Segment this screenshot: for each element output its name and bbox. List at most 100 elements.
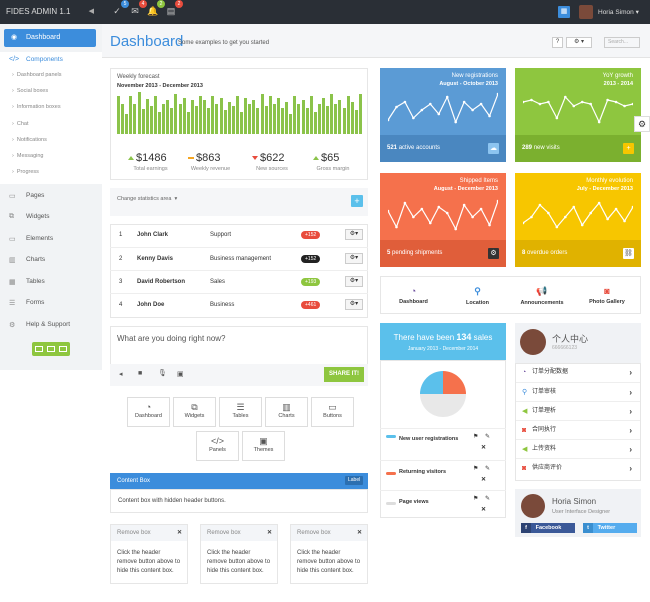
add-button[interactable]: +	[351, 195, 363, 207]
sidebar-item-forms[interactable]: ☰ Forms	[9, 299, 44, 307]
link-icon[interactable]: ⛓	[623, 248, 634, 259]
sidebar-subitem[interactable]: › Messaging	[12, 153, 44, 159]
share-button[interactable]: SHARE IT!	[324, 367, 364, 382]
quick-dashboard[interactable]: ◔ Dashboard	[386, 286, 441, 305]
profile-link[interactable]: ⚲ 订单审核 ›	[516, 382, 640, 401]
quick-location[interactable]: ⚲ Location	[450, 286, 505, 306]
sidebar-item-label: Components	[26, 56, 63, 63]
sidebar-item-elements[interactable]: ▭ Elements	[9, 235, 53, 243]
search-input[interactable]: Search...	[604, 37, 640, 48]
settings-float-icon[interactable]: ⚙	[634, 116, 650, 132]
profile-link[interactable]: ◀ 订单理析 ›	[516, 401, 640, 420]
edit-icon[interactable]: ✎	[485, 495, 490, 502]
remove-box: Remove box ✕ Click the header remove butto…	[290, 524, 368, 584]
sidebar-item-tables[interactable]: ▦ Tables	[9, 278, 45, 286]
close-icon[interactable]: ✕	[177, 525, 182, 541]
sparkline-point	[572, 104, 576, 108]
close-icon[interactable]: ✕	[481, 476, 486, 483]
avatar[interactable]	[579, 5, 593, 19]
profile-link[interactable]: ◙ 合同执行 ›	[516, 420, 640, 439]
mic-icon[interactable]: 🎙	[158, 369, 167, 377]
edit-icon[interactable]: ✎	[485, 433, 490, 440]
stats-area-select[interactable]: Change statistics area ▾	[117, 196, 177, 202]
cell-num: 2	[119, 256, 123, 262]
sidebar-item-pages[interactable]: ▭ Pages	[9, 192, 44, 200]
image-icon[interactable]: ▣	[177, 370, 184, 378]
sidebar-subitem-label: Chat	[16, 121, 29, 127]
chevron-right-icon: ›	[629, 368, 632, 377]
sidebar-subitem[interactable]: › Dashboard panels	[12, 72, 62, 78]
sidebar-item-widgets[interactable]: ⧉ Widgets	[9, 213, 49, 220]
flag-icon[interactable]: ⚑	[473, 433, 478, 440]
sound-icon[interactable]: ◂	[119, 370, 123, 378]
forecast-bar	[219, 98, 223, 134]
sidebar-subitem[interactable]: › Chat	[12, 121, 29, 127]
tags-icon: ⧉	[191, 402, 198, 412]
flag-icon[interactable]	[35, 346, 43, 352]
sidebar-subitem[interactable]: › Information boxes	[12, 104, 61, 110]
row-settings-button[interactable]: ⚙▾	[345, 229, 363, 240]
gear-icon[interactable]: ⚙	[488, 248, 499, 259]
sales-suffix: sales	[473, 333, 493, 342]
tile-widgets[interactable]: ⧉ Widgets	[173, 397, 216, 427]
sparkline-point	[488, 223, 491, 227]
cloud-icon[interactable]: ☁	[488, 143, 499, 154]
brand[interactable]: FIDES ADMIN 1.1 ◀	[0, 0, 100, 24]
video-icon[interactable]: ■	[138, 370, 142, 377]
sidebar-item-dashboard[interactable]: ◉ Dashboard	[4, 29, 96, 47]
mail-icon[interactable]: ✉ 4	[128, 0, 147, 18]
close-icon[interactable]: ✕	[357, 525, 362, 541]
sidebar-item-components[interactable]: </> Components	[9, 56, 63, 63]
legend-label: New user registrations	[399, 436, 459, 442]
close-icon[interactable]: ✕	[267, 525, 272, 541]
row-settings-button[interactable]: ⚙▾	[345, 276, 363, 287]
inbox-icon[interactable]	[47, 346, 55, 352]
chat-icon[interactable]: ▤ 2	[164, 0, 183, 18]
profile-link[interactable]: ◔ 订单分配数据 ›	[516, 363, 640, 382]
tile-themes[interactable]: ▣ Themes	[242, 431, 285, 461]
tile-panels[interactable]: </> Panels	[196, 431, 239, 461]
sidebar-subitem[interactable]: › Progress	[12, 169, 39, 175]
forecast-range: November 2013 - December 2013	[117, 83, 203, 89]
quick-photo-gallery[interactable]: ◙ Photo Gallery	[579, 286, 635, 305]
collapse-icon[interactable]: ◀	[89, 0, 94, 24]
status-input[interactable]: What are you doing right now?	[117, 334, 226, 343]
close-icon[interactable]: ✕	[481, 444, 486, 451]
close-icon[interactable]: ✕	[481, 506, 486, 513]
sidebar-item-charts[interactable]: ▥ Charts	[9, 256, 45, 264]
bell-icon[interactable]: 🔔 2	[146, 0, 165, 18]
tasks-icon[interactable]: ✓ 5	[110, 0, 129, 18]
settings-button[interactable]: ⚙ ▾	[566, 37, 592, 48]
tile-dashboard[interactable]: ◔ Dashboard	[127, 397, 170, 427]
row-settings-button[interactable]: ⚙▾	[345, 253, 363, 264]
sidebar-subitem-label: Information boxes	[16, 104, 61, 110]
edit-icon[interactable]: ✎	[485, 465, 490, 472]
chevron-right-icon: ›	[629, 445, 632, 454]
sparkline-point	[395, 105, 398, 109]
plus-icon[interactable]: +	[623, 143, 634, 154]
grid-icon[interactable]: ▦	[558, 6, 570, 18]
sidebar-item-help[interactable]: ⚙ Help & Support	[9, 321, 70, 329]
print-icon[interactable]	[59, 346, 67, 352]
facebook-button[interactable]: f Facebook	[521, 523, 575, 533]
sidebar-toolbar[interactable]	[32, 342, 70, 356]
forecast-bar	[211, 96, 215, 134]
tile-tables[interactable]: ☰ Tables	[219, 397, 262, 427]
sidebar-subitem[interactable]: › Notifications	[12, 137, 47, 143]
tile-charts[interactable]: ▥ Charts	[265, 397, 308, 427]
sparkline-point	[395, 225, 398, 229]
flag-icon[interactable]: ⚑	[473, 465, 478, 472]
kpi-sparkline	[523, 95, 633, 124]
row-settings-button[interactable]: ⚙▾	[345, 299, 363, 310]
help-button[interactable]: ?	[552, 37, 563, 48]
quick-announcements[interactable]: 📢 Announcements	[513, 286, 571, 306]
sidebar-subitem[interactable]: › Social boxes	[12, 88, 48, 94]
tile-buttons[interactable]: ▭ Buttons	[311, 397, 354, 427]
profile-link[interactable]: ◙ 供应商评价 ›	[516, 458, 640, 477]
user-menu[interactable]: Horia Simon ▾	[598, 8, 639, 16]
flag-icon[interactable]: ⚑	[473, 495, 478, 502]
profile-link[interactable]: ◀ 上传资料 ›	[516, 439, 640, 458]
forecast-bar	[272, 104, 276, 134]
kpi-subtitle: August - October 2013	[439, 81, 498, 87]
twitter-button[interactable]: t Twitter	[583, 523, 637, 533]
